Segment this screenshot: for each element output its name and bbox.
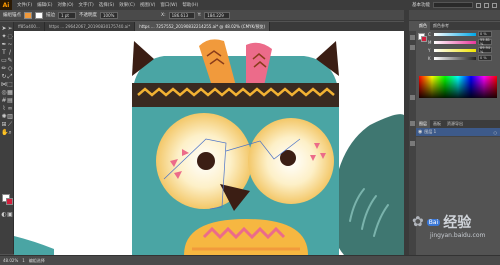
stroke-weight-field[interactable]: 1 pt bbox=[58, 11, 76, 19]
slider-y[interactable]: Y 89.94 % bbox=[416, 46, 500, 54]
pupil-left bbox=[197, 152, 215, 170]
watermark-badge: Bai bbox=[426, 218, 441, 226]
owl-artwork bbox=[14, 39, 404, 255]
selection-type-label: 编组锚点 bbox=[3, 13, 21, 18]
slider-m-value[interactable]: 55.81 % bbox=[478, 38, 492, 46]
minimize-button[interactable] bbox=[476, 2, 481, 8]
artboard-number[interactable]: 1 bbox=[22, 258, 25, 263]
tab-layers[interactable]: 图层 bbox=[416, 120, 430, 128]
menu-window[interactable]: 窗口(W) bbox=[160, 2, 177, 8]
zoom-tool-icon[interactable]: ⌕ bbox=[7, 130, 13, 136]
slider-m-track[interactable] bbox=[434, 40, 476, 44]
stroke-proxy-swatch[interactable] bbox=[421, 36, 427, 42]
paw-icon: ✿ bbox=[412, 214, 424, 230]
color-panel-tabs: 颜色 颜色参考 bbox=[416, 22, 500, 30]
maximize-button[interactable] bbox=[484, 2, 489, 8]
illustrator-logo: Ai bbox=[0, 0, 12, 10]
stock-search-input[interactable] bbox=[433, 2, 473, 8]
baidu-jingyan-watermark: ✿ Bai 经验 jingyan.baidu.com bbox=[412, 212, 485, 239]
document-tab[interactable]: https ... 29642067_20190830175740.ai* bbox=[45, 22, 136, 31]
line-tool-icon[interactable]: / bbox=[7, 50, 13, 56]
perspective-grid-tool-icon[interactable]: ▦ bbox=[7, 90, 13, 96]
stroke-label: 描边 bbox=[46, 13, 55, 18]
left-shape bbox=[14, 236, 54, 255]
slider-m-label: M bbox=[428, 39, 432, 45]
layer-name[interactable]: 图层 1 bbox=[424, 129, 436, 135]
visibility-eye-icon[interactable]: ◉ bbox=[418, 129, 422, 135]
tab-color-guide[interactable]: 颜色参考 bbox=[430, 22, 452, 30]
x-label: X: bbox=[161, 12, 166, 18]
column-graph-tool-icon[interactable]: ▥ bbox=[7, 114, 13, 120]
menu-help[interactable]: 帮助(H) bbox=[182, 2, 198, 8]
slider-c[interactable]: C 0 % bbox=[416, 30, 500, 38]
stroke-color-swatch[interactable] bbox=[35, 11, 43, 19]
slider-y-track[interactable] bbox=[434, 48, 476, 52]
menu-effect[interactable]: 效果(C) bbox=[119, 2, 135, 8]
opacity-label: 不透明度 bbox=[79, 13, 97, 18]
slider-c-track[interactable] bbox=[434, 32, 476, 36]
slider-k[interactable]: K 0 % bbox=[416, 54, 500, 62]
zoom-level[interactable]: 48.02% bbox=[3, 258, 18, 263]
free-transform-tool-icon[interactable]: ⬚ bbox=[7, 82, 13, 88]
y-label: Y: bbox=[197, 12, 202, 18]
slider-c-label: C bbox=[428, 31, 431, 37]
slider-y-label: Y bbox=[428, 47, 431, 53]
tab-asset-export[interactable]: 资源导出 bbox=[444, 120, 466, 128]
current-tool: 编组选择 bbox=[28, 257, 45, 263]
tab-artboards[interactable]: 画板 bbox=[430, 120, 444, 128]
curvature-tool-icon[interactable]: ~ bbox=[7, 42, 13, 48]
opacity-field[interactable]: 100% bbox=[100, 11, 118, 19]
watermark-url: jingyan.baidu.com bbox=[430, 232, 486, 239]
control-bar: 编组锚点 描边 1 pt 不透明度 100% X: 186.613 Y: 184… bbox=[0, 10, 500, 21]
transparency-icon[interactable] bbox=[410, 95, 415, 100]
slider-k-track[interactable] bbox=[434, 56, 476, 60]
properties-icon[interactable] bbox=[410, 35, 415, 40]
status-bar: 48.02% 1 编组选择 bbox=[0, 255, 500, 265]
document-tab-active[interactable]: https ... 7257552_20190832214255.ai* @ 4… bbox=[135, 22, 271, 31]
stroke-swatch[interactable] bbox=[6, 198, 13, 205]
menu-edit[interactable]: 编辑(E) bbox=[37, 2, 52, 8]
slider-c-value[interactable]: 0 % bbox=[478, 31, 492, 37]
menu-type[interactable]: 文字(T) bbox=[79, 2, 94, 8]
layers-panel-tabs: 图层 画板 资源导出 bbox=[416, 120, 500, 128]
pathfinder-icon[interactable] bbox=[410, 141, 415, 146]
gradient-tool-icon[interactable]: ▤ bbox=[7, 98, 13, 104]
layer-row[interactable]: ◉ 图层 1 ○ bbox=[416, 128, 500, 137]
color-spectrum[interactable] bbox=[419, 76, 497, 98]
libraries-icon[interactable] bbox=[410, 45, 415, 50]
watermark-title: 经验 bbox=[443, 215, 472, 231]
eraser-tool-icon[interactable]: ◇ bbox=[7, 66, 13, 72]
x-field[interactable]: 186.613 bbox=[168, 11, 195, 19]
owl-wing bbox=[332, 114, 404, 255]
close-button[interactable] bbox=[492, 2, 497, 8]
slider-m[interactable]: M 55.81 % bbox=[416, 38, 500, 46]
layer-target-icon[interactable]: ○ bbox=[494, 130, 498, 135]
y-field[interactable]: 184.229 bbox=[204, 11, 231, 19]
document-tab[interactable]: ff85a400... bbox=[14, 22, 45, 31]
tab-color[interactable]: 颜色 bbox=[416, 22, 430, 30]
direct-selection-tool-icon[interactable]: ➢ bbox=[7, 26, 13, 32]
blend-tool-icon[interactable]: ∞ bbox=[7, 106, 13, 112]
paintbrush-tool-icon[interactable]: ✎ bbox=[7, 58, 13, 64]
menu-items: 文件(F) 编辑(E) 对象(O) 文字(T) 选择(S) 效果(C) 视图(V… bbox=[17, 2, 198, 8]
slider-k-value[interactable]: 0 % bbox=[478, 55, 492, 61]
menu-object[interactable]: 对象(O) bbox=[57, 2, 73, 8]
slice-tool-icon[interactable]: ⟋ bbox=[7, 122, 13, 128]
menu-file[interactable]: 文件(F) bbox=[17, 2, 32, 8]
stroke-icon[interactable] bbox=[410, 121, 415, 126]
lasso-tool-icon[interactable]: ◌ bbox=[7, 34, 13, 40]
fill-color-swatch[interactable] bbox=[24, 11, 32, 19]
artboard-canvas[interactable] bbox=[14, 31, 404, 255]
menu-view[interactable]: 视图(V) bbox=[140, 2, 156, 8]
menu-bar: Ai 文件(F) 编辑(E) 对象(O) 文字(T) 选择(S) 效果(C) 视… bbox=[0, 0, 500, 10]
menu-select[interactable]: 选择(S) bbox=[99, 2, 114, 8]
scale-tool-icon[interactable]: ⤢ bbox=[7, 74, 13, 80]
tools-panel: ➤ ➢ ✦ ◌ ✒ ~ T / ▭ ✎ ✏ ◇ ↻ ⤢ ⋈ ⬚ ◎ ▦ # ▤ … bbox=[0, 22, 14, 254]
color-sliders: C 0 % M 55.81 % Y 89.94 % K 0 % bbox=[416, 30, 500, 70]
slider-k-label: K bbox=[428, 55, 431, 61]
workspace-switcher[interactable]: 基本功能 bbox=[412, 2, 430, 8]
screen-mode-icon[interactable]: ▣ bbox=[7, 212, 13, 218]
slider-y-value[interactable]: 89.94 % bbox=[478, 46, 492, 54]
document-tab-bar: ff85a400... https ... 29642067_201908301… bbox=[14, 22, 404, 31]
